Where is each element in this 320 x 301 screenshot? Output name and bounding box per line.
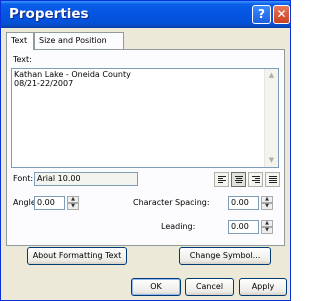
ok-button[interactable]: OK xyxy=(131,278,181,296)
apply-button[interactable]: Apply xyxy=(239,278,287,296)
character-spacing-spinner[interactable]: ▲ ▼ xyxy=(261,196,273,210)
character-spacing-input[interactable]: 0.00 xyxy=(228,196,259,210)
tab-size-and-position[interactable]: Size and Position xyxy=(34,32,124,49)
spin-up-icon[interactable]: ▲ xyxy=(261,220,273,227)
text-line: 08/21-22/2007 xyxy=(14,79,74,88)
scroll-down-icon[interactable]: ▼ xyxy=(266,155,277,166)
close-button[interactable]: ✕ xyxy=(273,5,290,24)
tab-text[interactable]: Text xyxy=(6,32,34,50)
leading-input[interactable]: 0.00 xyxy=(228,220,259,234)
tab-panel-text: Text: Kathan Lake - Oneida County 08/21-… xyxy=(6,49,285,246)
spin-up-icon[interactable]: ▲ xyxy=(261,196,273,203)
font-label: Font: xyxy=(13,174,34,183)
properties-dialog: Properties ? ✕ Text Size and Position Te… xyxy=(0,0,291,301)
spin-down-icon[interactable]: ▼ xyxy=(261,227,273,234)
align-right-button[interactable] xyxy=(248,172,263,187)
leading-spinner[interactable]: ▲ ▼ xyxy=(261,220,273,234)
cancel-button[interactable]: Cancel xyxy=(185,278,234,296)
spin-down-icon[interactable]: ▼ xyxy=(67,203,79,210)
font-field[interactable]: Arial 10.00 xyxy=(34,172,138,186)
text-line: Kathan Lake - Oneida County xyxy=(14,70,131,79)
about-formatting-text-button[interactable]: About Formatting Text xyxy=(27,247,127,265)
character-spacing-label: Character Spacing: xyxy=(133,198,210,207)
text-label: Text: xyxy=(13,55,32,64)
align-justify-button[interactable] xyxy=(265,172,280,187)
leading-label: Leading: xyxy=(161,222,196,231)
align-left-button[interactable] xyxy=(214,172,229,187)
change-symbol-button[interactable]: Change Symbol... xyxy=(179,247,271,265)
spin-down-icon[interactable]: ▼ xyxy=(261,203,273,210)
spin-up-icon[interactable]: ▲ xyxy=(67,196,79,203)
text-input[interactable]: Kathan Lake - Oneida County 08/21-22/200… xyxy=(11,68,279,168)
align-center-button[interactable] xyxy=(231,172,246,187)
title-bar[interactable]: Properties ? ✕ xyxy=(1,1,290,28)
scroll-up-icon[interactable]: ▲ xyxy=(266,70,277,81)
help-button[interactable]: ? xyxy=(252,5,271,24)
angle-spinner[interactable]: ▲ ▼ xyxy=(67,196,79,210)
window-title: Properties xyxy=(9,6,89,22)
text-scrollbar[interactable]: ▲ ▼ xyxy=(264,69,278,167)
angle-input[interactable]: 0.00 xyxy=(34,196,65,210)
